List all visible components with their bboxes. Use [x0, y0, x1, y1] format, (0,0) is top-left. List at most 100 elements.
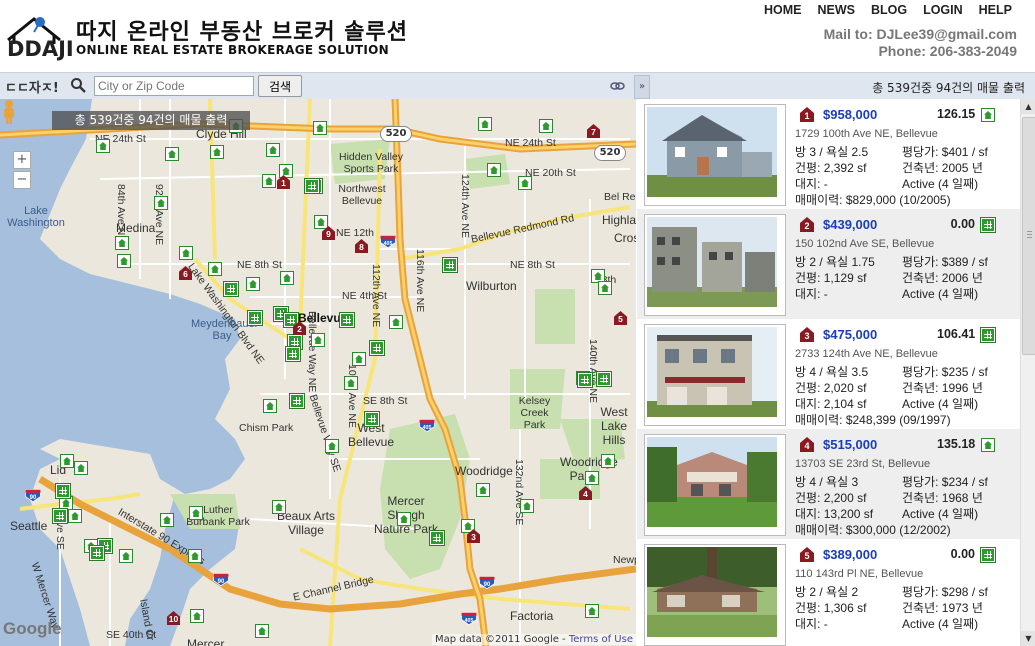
- listing-pin-house[interactable]: [74, 461, 88, 475]
- listing-pin-house[interactable]: [255, 624, 269, 638]
- listing-price[interactable]: $389,000: [823, 547, 877, 562]
- listing-pin-condo[interactable]: [370, 341, 384, 355]
- listing-pin-condo[interactable]: [90, 546, 104, 560]
- scroll-up-arrow-icon[interactable]: ▲: [1021, 99, 1035, 114]
- listing-pin-house[interactable]: [188, 549, 202, 563]
- listing-photo[interactable]: [644, 544, 786, 646]
- scroll-thumb[interactable]: [1022, 117, 1035, 355]
- listing-pin-house[interactable]: [314, 215, 328, 229]
- listing-pin-house[interactable]: [96, 139, 110, 153]
- nav-help[interactable]: HELP: [979, 3, 1012, 17]
- listing-pin-house[interactable]: [585, 471, 599, 485]
- listing-photo[interactable]: [644, 104, 786, 206]
- listing-pin-house[interactable]: [280, 271, 294, 285]
- listing-pin-house[interactable]: [325, 439, 339, 453]
- listing-pin-condo[interactable]: [56, 484, 70, 498]
- listing-pin-house[interactable]: [397, 512, 411, 526]
- listing-pin-house[interactable]: [487, 163, 501, 177]
- listing-card[interactable]: 1 $958,000 126.15 1729 100th Ave NE, Bel…: [637, 99, 1020, 210]
- listing-pin-house[interactable]: [246, 277, 260, 291]
- listing-pin-house[interactable]: [160, 513, 174, 527]
- listing-pin-house[interactable]: [179, 246, 193, 260]
- map-label: Highla: [602, 213, 636, 227]
- zoom-out-button[interactable]: −: [13, 171, 31, 189]
- search-input[interactable]: [94, 76, 254, 96]
- listing-area: 건평: 1,129 sf: [795, 271, 867, 285]
- listing-pin-house[interactable]: [115, 236, 129, 250]
- listing-pin-house[interactable]: [165, 147, 179, 161]
- listing-pin-house[interactable]: [313, 121, 327, 135]
- listing-card[interactable]: 5 $389,000 0.00 110 143rd Pl NE, Bellevu…: [637, 539, 1020, 646]
- map-view[interactable]: 520 520 405 405 90 90 90 405 Clyde Hill …: [0, 99, 636, 646]
- listing-photo[interactable]: [644, 214, 786, 316]
- link-icon[interactable]: [610, 79, 625, 93]
- listing-photo[interactable]: [644, 324, 786, 426]
- listing-pin-condo[interactable]: [305, 179, 319, 193]
- listing-pin-condo[interactable]: [365, 412, 379, 426]
- nav-news[interactable]: NEWS: [817, 3, 855, 17]
- listing-price[interactable]: $439,000: [823, 217, 877, 232]
- listing-pin-house[interactable]: [539, 119, 553, 133]
- zoom-in-button[interactable]: +: [13, 151, 31, 169]
- listing-pin-house[interactable]: [262, 174, 276, 188]
- listing-price[interactable]: $515,000: [823, 437, 877, 452]
- listing-pin-house[interactable]: [518, 176, 532, 190]
- listing-card[interactable]: 4 $515,000 135.18 13703 SE 23rd St, Bell…: [637, 429, 1020, 540]
- map-label: Newp: [613, 554, 636, 566]
- listing-pin-house[interactable]: [68, 509, 82, 523]
- listing-pin-condo[interactable]: [578, 373, 592, 387]
- nav-blog[interactable]: BLOG: [871, 3, 907, 17]
- listing-pin-house[interactable]: [210, 145, 224, 159]
- listing-pin-house[interactable]: [352, 352, 366, 366]
- listing-pin-house[interactable]: [190, 609, 204, 623]
- listing-pin-house[interactable]: [279, 164, 293, 178]
- listing-card[interactable]: 2 $439,000 0.00 150 102nd Ave SE, Bellev…: [637, 209, 1020, 320]
- search-button[interactable]: 검색: [258, 75, 302, 97]
- map-label: Woodridge: [455, 464, 513, 478]
- listing-pin-condo[interactable]: [597, 372, 611, 386]
- map-label: Hidden Valley Sports Park: [338, 151, 403, 175]
- listing-scrollbar[interactable]: ▲ ▼: [1020, 99, 1035, 646]
- listing-pin-condo[interactable]: [53, 509, 67, 523]
- listing-pin-house[interactable]: [585, 604, 599, 618]
- listing-pin-house[interactable]: [119, 549, 133, 563]
- listing-photo[interactable]: [644, 434, 786, 536]
- listing-pin-house[interactable]: [598, 281, 612, 295]
- listing-pin-house[interactable]: [344, 376, 358, 390]
- listing-pin-house[interactable]: [520, 499, 534, 513]
- listing-pin-condo[interactable]: [430, 531, 444, 545]
- nav-login[interactable]: LOGIN: [923, 3, 963, 17]
- street-view-pegman-icon[interactable]: [0, 99, 18, 125]
- listing-pin-house[interactable]: [154, 196, 168, 210]
- listing-pin-house[interactable]: [117, 254, 131, 268]
- listing-pin-house[interactable]: [59, 496, 73, 510]
- listing-pin-house[interactable]: [263, 399, 277, 413]
- scroll-down-arrow-icon[interactable]: ▼: [1021, 631, 1035, 646]
- listing-pin-condo[interactable]: [443, 258, 457, 272]
- listing-pin-house[interactable]: [389, 315, 403, 329]
- listing-pin-condo[interactable]: [224, 282, 238, 296]
- listing-pin-house[interactable]: [60, 454, 74, 468]
- listing-pin-house[interactable]: [208, 262, 222, 276]
- interstate-405-shield: 405: [380, 235, 396, 249]
- nav-home[interactable]: HOME: [764, 3, 802, 17]
- terms-of-use-link[interactable]: Terms of Use: [569, 634, 633, 645]
- listing-pin-condo[interactable]: [340, 313, 354, 327]
- listing-pin-house[interactable]: [601, 454, 615, 468]
- listing-pin-condo[interactable]: [290, 394, 304, 408]
- listing-card[interactable]: 3 $475,000 106.41 2733 124th Ave NE, Bel…: [637, 319, 1020, 430]
- listing-pin-house[interactable]: [272, 500, 286, 514]
- listing-pin-house[interactable]: [311, 333, 325, 347]
- listing-pin-condo[interactable]: [286, 347, 300, 361]
- listing-pin-house[interactable]: [266, 143, 280, 157]
- contact-mail[interactable]: Mail to: DJLee39@gmail.com: [824, 26, 1017, 43]
- top-nav: HOME NEWS BLOG LOGIN HELP: [764, 3, 1012, 17]
- listing-lot: 대지: -: [795, 287, 828, 301]
- listing-pin-house[interactable]: [189, 506, 203, 520]
- listing-pin-house[interactable]: [478, 117, 492, 131]
- listing-price[interactable]: $475,000: [823, 327, 877, 342]
- listing-pin-house[interactable]: [476, 483, 490, 497]
- listing-pin-condo[interactable]: [248, 311, 262, 325]
- listing-price[interactable]: $958,000: [823, 107, 877, 122]
- collapse-panel-button[interactable]: »: [634, 75, 650, 99]
